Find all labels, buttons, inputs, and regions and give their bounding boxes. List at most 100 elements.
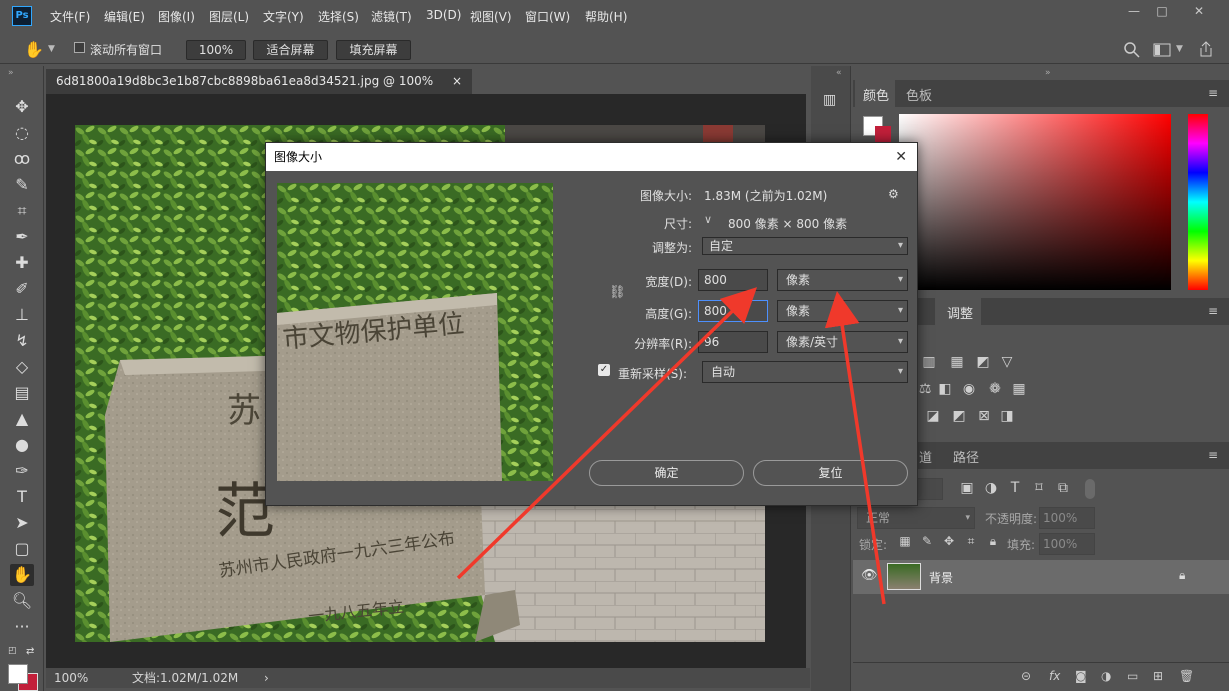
height-unit-select[interactable]: 像素 ▾ — [777, 300, 908, 322]
default-colors-icon[interactable]: ◰ — [8, 646, 17, 656]
tab-close-icon[interactable]: × — [452, 69, 462, 94]
eyedropper-tool-icon[interactable]: ✒ — [10, 226, 34, 248]
fit-to-select[interactable]: 自定 ▾ — [702, 237, 908, 255]
menu-image[interactable]: 图像(I) — [158, 8, 195, 25]
menu-filter[interactable]: 滤镜(T) — [371, 8, 412, 25]
minimize-icon[interactable]: — — [1122, 4, 1146, 18]
balance-adjust-icon[interactable]: ⚖ — [915, 381, 935, 401]
swap-colors-icon[interactable]: ⇄ — [26, 646, 34, 657]
document-tab[interactable]: 6d81800a19d8bc3e1b87cbc8898ba61ea8d34521… — [46, 69, 472, 113]
fit-screen-button[interactable]: 适合屏幕 — [253, 40, 328, 60]
scroll-all-checkbox[interactable] — [74, 42, 85, 53]
crop-tool-icon[interactable]: ⌗ — [10, 200, 34, 222]
resolution-unit-select[interactable]: 像素/英寸 ▾ — [777, 331, 908, 353]
ok-button[interactable]: 确定 — [589, 460, 744, 486]
healing-brush-tool-icon[interactable]: ✚ — [10, 252, 34, 274]
hand-tool-preset-icon[interactable]: ✋ — [24, 40, 44, 59]
lock-position-icon[interactable]: ✥ — [939, 534, 959, 554]
blur-tool-icon[interactable]: ▲ — [10, 408, 34, 430]
menu-window[interactable]: 窗口(W) — [525, 8, 570, 25]
menu-select[interactable]: 选择(S) — [318, 8, 359, 25]
tab-swatches[interactable]: 色板 — [906, 85, 932, 104]
stamp-tool-icon[interactable]: ⊥ — [10, 304, 34, 326]
add-mask-icon[interactable]: ◙ — [1075, 669, 1087, 683]
history-brush-tool-icon[interactable]: ↯ — [10, 330, 34, 352]
gradient-tool-icon[interactable]: ▤ — [10, 382, 34, 404]
shape-tool-icon[interactable]: ▢ — [10, 538, 34, 560]
dimensions-chevron-icon[interactable]: ∨ — [704, 213, 712, 226]
opacity-input[interactable]: 100% — [1039, 507, 1095, 529]
fill-screen-button[interactable]: 填充屏幕 — [336, 40, 411, 60]
menu-type[interactable]: 文字(Y) — [263, 8, 304, 25]
path-select-tool-icon[interactable]: ➤ — [10, 512, 34, 534]
gradient-map-adjust-icon[interactable]: ◨ — [997, 408, 1017, 428]
tab-adjustments[interactable]: 调整 — [947, 303, 973, 322]
posterize-adjust-icon[interactable]: ◪ — [923, 408, 943, 428]
color-lookup-adjust-icon[interactable]: ▦ — [1009, 381, 1029, 401]
filter-adjust-icon[interactable]: ◑ — [981, 480, 1001, 500]
lock-artboard-icon[interactable]: ⌗ — [961, 534, 981, 554]
layer-fx-icon[interactable]: fx — [1049, 669, 1060, 683]
height-input[interactable]: 800 — [698, 300, 768, 322]
search-icon[interactable] — [1124, 42, 1140, 58]
hue-slider[interactable] — [1188, 114, 1208, 290]
reset-button[interactable]: 复位 — [753, 460, 908, 486]
dodge-tool-icon[interactable]: ● — [10, 434, 34, 456]
width-input[interactable]: 800 — [698, 269, 768, 291]
blend-mode-select[interactable]: 正常 ▾ — [857, 507, 975, 529]
quick-select-tool-icon[interactable]: ✎ — [10, 174, 34, 196]
threshold-adjust-icon[interactable]: ◩ — [949, 408, 969, 428]
dialog-close-icon[interactable]: ✕ — [895, 143, 907, 171]
menu-3d[interactable]: 3D(D) — [426, 8, 461, 22]
tab-channels[interactable]: 道 — [919, 447, 932, 466]
layer-visibility-eye-icon[interactable]: 👁︎ — [861, 568, 878, 583]
more-tools-icon[interactable]: ··· — [10, 616, 34, 638]
menu-edit[interactable]: 编辑(E) — [104, 8, 145, 25]
move-tool-icon[interactable]: ✥ — [10, 96, 34, 118]
width-unit-select[interactable]: 像素 ▾ — [777, 269, 908, 291]
resolution-input[interactable]: 96 — [698, 331, 768, 353]
chevron-down-icon[interactable]: ▼ — [48, 44, 55, 54]
eraser-tool-icon[interactable]: ◇ — [10, 356, 34, 378]
brush-tool-icon[interactable]: ✐ — [10, 278, 34, 300]
lock-image-icon[interactable]: ✎ — [917, 534, 937, 554]
filter-toggle[interactable] — [1085, 479, 1095, 499]
vibrance-adjust-icon[interactable]: ▽ — [997, 354, 1017, 374]
color-field[interactable] — [899, 114, 1171, 290]
history-panel-icon[interactable]: ▥ — [823, 92, 836, 108]
lasso-tool-icon[interactable]: ꝏ — [10, 148, 34, 170]
menu-file[interactable]: 文件(F) — [50, 8, 90, 25]
expand-panels-icon[interactable]: « — [836, 68, 842, 78]
channel-mixer-adjust-icon[interactable]: ❁ — [985, 381, 1005, 401]
zoom-readout[interactable]: 100% — [54, 668, 88, 688]
marquee-tool-icon[interactable]: ◌ — [10, 122, 34, 144]
constrain-link-icon[interactable]: ⛓ — [609, 285, 626, 300]
tab-paths[interactable]: 路径 — [953, 447, 979, 466]
lock-all-icon[interactable]: 🔒︎ — [983, 534, 1003, 554]
exposure-adjust-icon[interactable]: ◩ — [973, 354, 993, 374]
adjust-panel-menu-icon[interactable]: ≡ — [1208, 304, 1218, 318]
layer-row-background[interactable]: 👁︎ 背景 🔒︎ — [853, 560, 1229, 594]
link-layers-icon[interactable]: ⊝ — [1021, 669, 1031, 683]
layers-panel-menu-icon[interactable]: ≡ — [1208, 448, 1218, 462]
panel-menu-icon[interactable]: ≡ — [1208, 86, 1218, 100]
filter-smart-icon[interactable]: ⧉ — [1053, 480, 1073, 500]
new-group-icon[interactable]: ▭ — [1127, 669, 1138, 683]
new-adjustment-icon[interactable]: ◑ — [1101, 669, 1111, 683]
tab-color[interactable]: 颜色 — [863, 85, 889, 104]
selective-color-adjust-icon[interactable]: ⊠ — [974, 408, 994, 428]
close-window-icon[interactable]: ✕ — [1187, 4, 1211, 18]
lock-transparent-icon[interactable]: ▦ — [895, 534, 915, 554]
filter-shape-icon[interactable]: ⌑ — [1029, 480, 1049, 500]
new-layer-icon[interactable]: ⊞ — [1153, 669, 1163, 683]
collapse-panels-icon[interactable]: » — [1045, 68, 1051, 78]
delete-layer-icon[interactable]: 🗑︎ — [1179, 669, 1194, 683]
zoom-tool-icon[interactable]: 🔍︎ — [10, 590, 34, 612]
menu-view[interactable]: 视图(V) — [470, 8, 512, 25]
zoom-100-button[interactable]: 100% — [186, 40, 246, 60]
workspace-chevron-icon[interactable]: ▼ — [1176, 44, 1183, 54]
color-background-swatch[interactable] — [875, 126, 891, 142]
foreground-color-swatch[interactable] — [8, 664, 28, 684]
filter-pixel-icon[interactable]: ▣ — [957, 480, 977, 500]
filter-type-icon[interactable]: T — [1005, 480, 1025, 500]
